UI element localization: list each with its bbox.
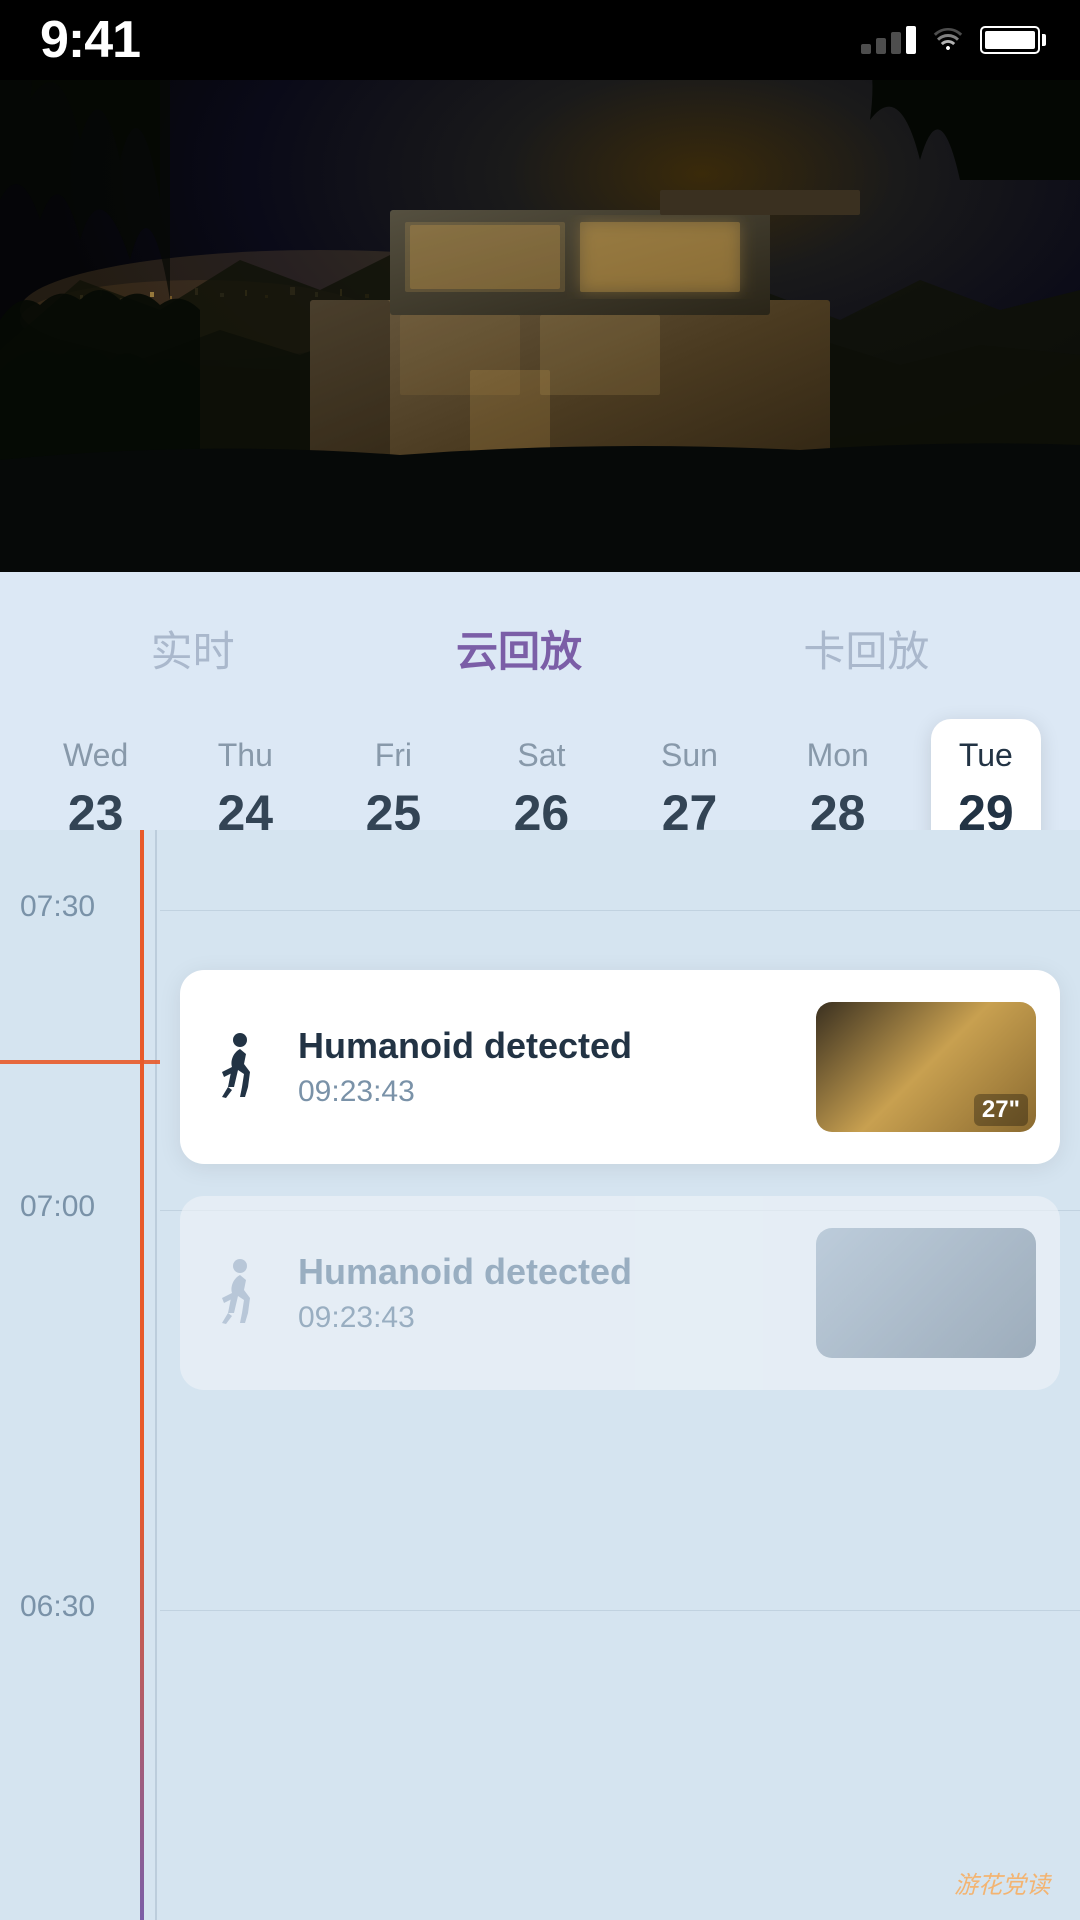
grid-line	[160, 1610, 1080, 1611]
duration-badge: 27"	[974, 1094, 1028, 1126]
status-time: 9:41	[40, 10, 140, 70]
cal-day-name: Thu	[218, 737, 273, 774]
cal-day-name: Tue	[959, 737, 1013, 774]
time-label-0630: 06:30	[20, 1590, 95, 1624]
hero-image	[0, 0, 1080, 580]
playhead-horizontal	[0, 1060, 160, 1064]
cal-day-name: Fri	[375, 737, 412, 774]
event-info-inactive: Humanoid detected 09:23:43	[298, 1251, 792, 1335]
time-label-0700: 07:00	[20, 1190, 95, 1224]
walk-icon-active	[204, 1032, 274, 1102]
playhead-vertical	[140, 830, 144, 1920]
cal-day-name: Sat	[517, 737, 565, 774]
timeline-line	[155, 830, 157, 1920]
event-thumbnail-inactive[interactable]	[816, 1228, 1036, 1358]
time-label-0730: 07:30	[20, 890, 95, 924]
event-time-inactive: 09:23:43	[298, 1301, 792, 1335]
status-icons	[861, 24, 1040, 57]
event-title-active: Humanoid detected	[298, 1025, 792, 1067]
events-area: Humanoid detected 09:23:43 27" Humanoid …	[160, 830, 1080, 1920]
event-thumbnail-active[interactable]: 27"	[816, 1002, 1036, 1132]
cal-day-name: Wed	[63, 737, 128, 774]
timeline-section: 07:30 07:00 06:30 Humanoid detected 09:23:…	[0, 830, 1080, 1920]
battery-icon	[980, 26, 1040, 54]
cal-day-name: Sun	[661, 737, 718, 774]
tab-realtime[interactable]: 实时	[131, 608, 255, 689]
event-info-active: Humanoid detected 09:23:43	[298, 1025, 792, 1109]
tab-card[interactable]: 卡回放	[783, 608, 949, 689]
event-title-inactive: Humanoid detected	[298, 1251, 792, 1293]
time-labels: 07:30 07:00 06:30	[0, 830, 160, 1920]
signal-icon	[861, 26, 916, 54]
walk-icon-inactive	[204, 1258, 274, 1328]
cal-day-name: Mon	[807, 737, 869, 774]
tab-cloud[interactable]: 云回放	[436, 608, 602, 689]
event-card-active[interactable]: Humanoid detected 09:23:43 27"	[180, 970, 1060, 1164]
event-card-inactive[interactable]: Humanoid detected 09:23:43	[180, 1196, 1060, 1390]
wifi-icon	[930, 24, 966, 57]
tabs-container: 实时 云回放 卡回放	[0, 608, 1080, 689]
status-bar: 9:41	[0, 0, 1080, 80]
event-time-active: 09:23:43	[298, 1075, 792, 1109]
grid-line	[160, 910, 1080, 911]
bottom-branding: 游花党读	[954, 1865, 1050, 1900]
